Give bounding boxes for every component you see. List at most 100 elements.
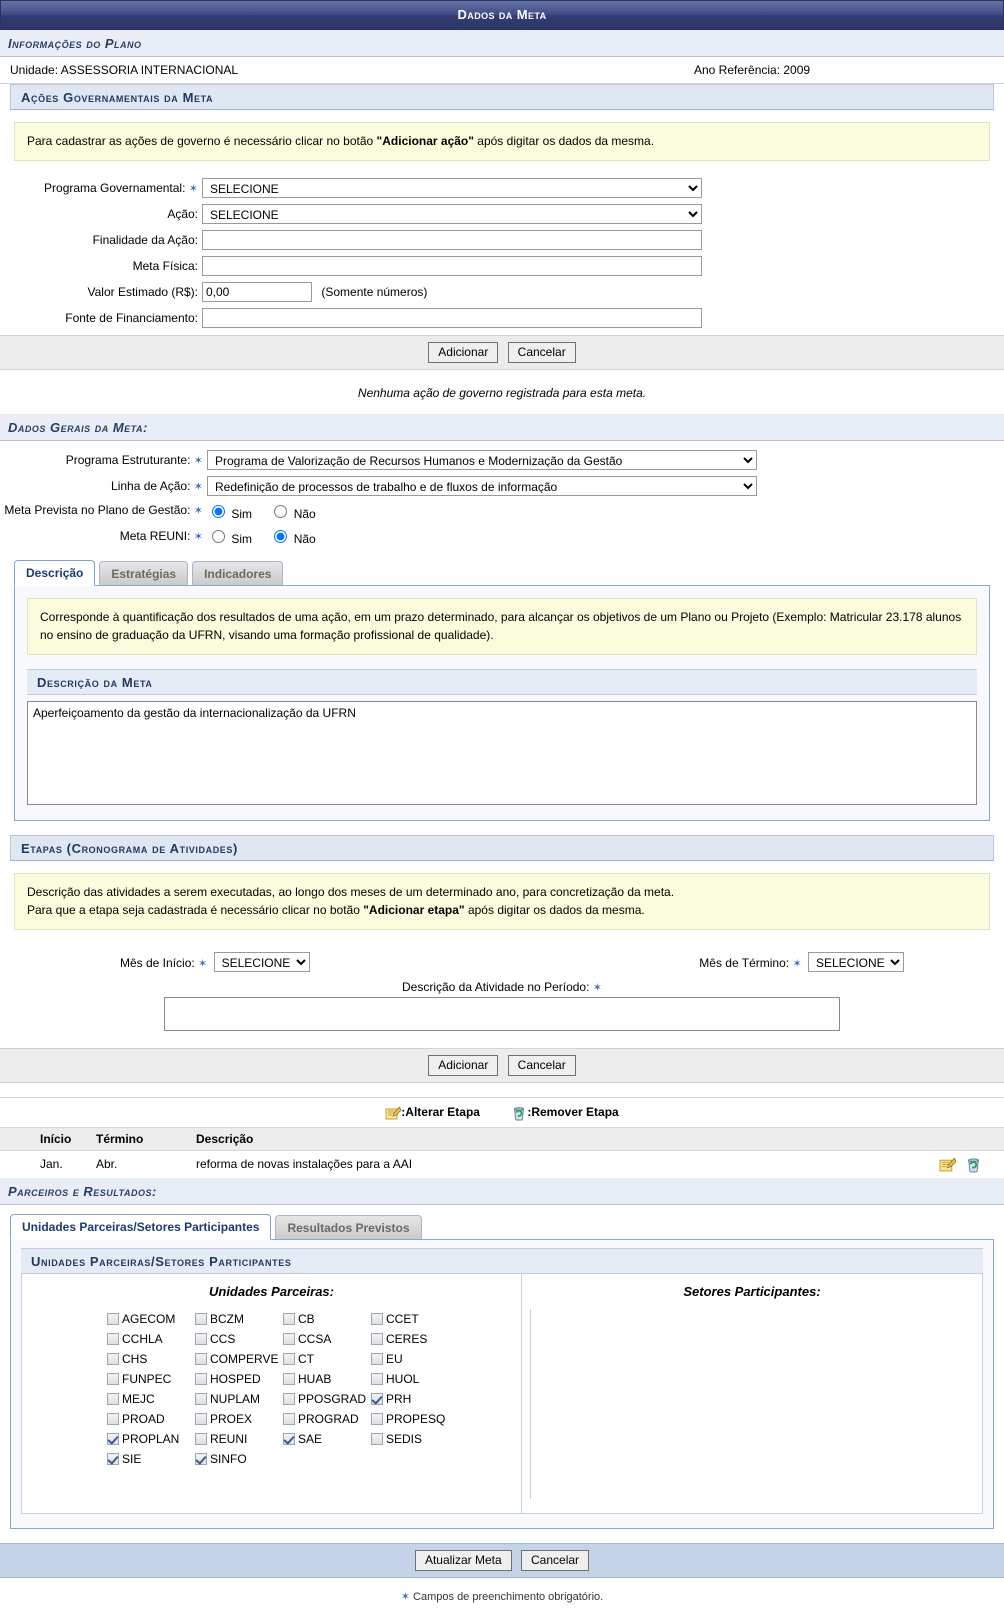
valor-estimado-input[interactable] bbox=[202, 281, 312, 302]
programa-estruturante-select[interactable]: Programa de Valorização de Recursos Huma… bbox=[207, 449, 757, 470]
checkbox-icon[interactable] bbox=[107, 1412, 119, 1425]
tab-descricao[interactable]: Descrição bbox=[14, 559, 96, 586]
checkbox-prograd[interactable]: PROGRAD bbox=[283, 1412, 359, 1426]
checkbox-reuni[interactable]: REUNI bbox=[195, 1432, 247, 1446]
mes-inicio-select[interactable]: SELECIONE bbox=[213, 951, 310, 972]
checkbox-icon[interactable] bbox=[371, 1372, 383, 1385]
checkbox-icon[interactable] bbox=[371, 1332, 383, 1345]
checkbox-ccsa[interactable]: CCSA bbox=[283, 1332, 331, 1346]
meta-prevista-nao-option[interactable]: Não bbox=[269, 504, 316, 521]
checkbox-chs[interactable]: CHS bbox=[107, 1352, 147, 1366]
checkbox-icon[interactable] bbox=[195, 1432, 207, 1445]
checkbox-cell: PRH bbox=[371, 1389, 459, 1409]
checkbox-propesq[interactable]: PROPESQ bbox=[371, 1412, 445, 1426]
checkbox-icon[interactable] bbox=[107, 1452, 119, 1465]
meta-fisica-input[interactable] bbox=[202, 255, 702, 276]
checkbox-icon[interactable] bbox=[195, 1412, 207, 1425]
checkbox-icon[interactable] bbox=[283, 1332, 295, 1345]
checkbox-huab[interactable]: HUAB bbox=[283, 1372, 331, 1386]
checkbox-proex[interactable]: PROEX bbox=[195, 1412, 252, 1426]
recycle-bin-icon[interactable] bbox=[965, 1156, 982, 1173]
tab-unidades-parceiras[interactable]: Unidades Parceiras/Setores Participantes bbox=[10, 1213, 272, 1240]
checkbox-cchla[interactable]: CCHLA bbox=[107, 1332, 163, 1346]
checkbox-icon[interactable] bbox=[371, 1392, 383, 1405]
checkbox-icon[interactable] bbox=[371, 1352, 383, 1365]
checkbox-sinfo[interactable]: SINFO bbox=[195, 1452, 247, 1466]
meta-prevista-sim-option[interactable]: Sim bbox=[207, 504, 255, 521]
checkbox-pposgrad[interactable]: PPOSGRAD bbox=[283, 1392, 366, 1406]
checkbox-icon[interactable] bbox=[107, 1332, 119, 1345]
checkbox-icon[interactable] bbox=[195, 1352, 207, 1365]
programa-governamental-select[interactable]: SELECIONE bbox=[202, 177, 702, 198]
checkbox-icon[interactable] bbox=[195, 1392, 207, 1405]
checkbox-icon[interactable] bbox=[107, 1392, 119, 1405]
checkbox-huol[interactable]: HUOL bbox=[371, 1372, 419, 1386]
checkbox-icon[interactable] bbox=[107, 1312, 119, 1325]
checkbox-ccet[interactable]: CCET bbox=[371, 1312, 419, 1326]
mes-termino-select[interactable]: SELECIONE bbox=[808, 951, 904, 972]
checkbox-sae[interactable]: SAE bbox=[283, 1432, 322, 1446]
checkbox-hosped[interactable]: HOSPED bbox=[195, 1372, 261, 1386]
checkbox-prh[interactable]: PRH bbox=[371, 1392, 411, 1406]
cancelar-acao-button[interactable]: Cancelar bbox=[507, 341, 576, 363]
fonte-financiamento-input[interactable] bbox=[202, 307, 702, 328]
checkbox-icon[interactable] bbox=[371, 1432, 383, 1445]
checkbox-cb[interactable]: CB bbox=[283, 1312, 315, 1326]
checkbox-icon[interactable] bbox=[371, 1312, 383, 1325]
meta-reuni-sim-option[interactable]: Sim bbox=[207, 529, 255, 546]
adicionar-acao-button[interactable]: Adicionar bbox=[428, 341, 499, 363]
checkbox-icon[interactable] bbox=[283, 1432, 295, 1445]
checkbox-icon[interactable] bbox=[283, 1412, 295, 1425]
meta-reuni-nao-radio[interactable] bbox=[274, 529, 288, 543]
checkbox-icon[interactable] bbox=[195, 1372, 207, 1385]
checkbox-proplan[interactable]: PROPLAN bbox=[107, 1432, 179, 1446]
checkbox-ccs[interactable]: CCS bbox=[195, 1332, 235, 1346]
programa-governamental-label: Programa Governamental: bbox=[44, 180, 186, 195]
adicionar-etapa-button[interactable]: Adicionar bbox=[428, 1054, 499, 1076]
finalidade-input[interactable] bbox=[202, 229, 702, 250]
meta-prevista-sim-radio[interactable] bbox=[212, 504, 225, 518]
meta-reuni-nao-option[interactable]: Não bbox=[269, 529, 316, 546]
etapa-descricao-textarea[interactable] bbox=[164, 996, 840, 1031]
checkbox-icon[interactable] bbox=[283, 1352, 295, 1365]
checkbox-icon[interactable] bbox=[195, 1312, 207, 1325]
checkbox-icon[interactable] bbox=[283, 1372, 295, 1385]
etapas-button-bar: Adicionar Cancelar bbox=[0, 1047, 1004, 1083]
checkbox-sie[interactable]: SIE bbox=[107, 1452, 141, 1466]
acoes-hint: Para cadastrar as ações de governo é nec… bbox=[14, 122, 990, 161]
cancelar-button[interactable]: Cancelar bbox=[521, 1549, 590, 1571]
cancelar-etapa-button[interactable]: Cancelar bbox=[507, 1054, 576, 1076]
checkbox-mejc[interactable]: MEJC bbox=[107, 1392, 155, 1406]
checkbox-icon[interactable] bbox=[107, 1432, 119, 1445]
checkbox-funpec[interactable]: FUNPEC bbox=[107, 1372, 171, 1386]
tab-indicadores[interactable]: Indicadores bbox=[192, 560, 284, 586]
checkbox-icon[interactable] bbox=[107, 1352, 119, 1365]
acoes-button-bar: Adicionar Cancelar bbox=[0, 334, 1004, 370]
checkbox-icon[interactable] bbox=[107, 1372, 119, 1385]
checkbox-icon[interactable] bbox=[283, 1392, 295, 1405]
checkbox-agecom[interactable]: AGECOM bbox=[107, 1312, 175, 1326]
checkbox-nuplam[interactable]: NUPLAM bbox=[195, 1392, 260, 1406]
column-header-termino: Término bbox=[90, 1127, 190, 1151]
setores-participantes-list[interactable] bbox=[530, 1308, 982, 1499]
acao-select[interactable]: SELECIONE bbox=[202, 203, 702, 224]
checkbox-bczm[interactable]: BCZM bbox=[195, 1312, 244, 1326]
checkbox-proad[interactable]: PROAD bbox=[107, 1412, 165, 1426]
checkbox-ct[interactable]: CT bbox=[283, 1352, 314, 1366]
meta-prevista-nao-radio[interactable] bbox=[274, 504, 288, 518]
linha-de-acao-select[interactable]: Redefinição de processos de trabalho e d… bbox=[207, 475, 757, 496]
checkbox-comperve[interactable]: COMPERVE bbox=[195, 1352, 278, 1366]
checkbox-icon[interactable] bbox=[283, 1312, 295, 1325]
checkbox-sedis[interactable]: SEDIS bbox=[371, 1432, 422, 1446]
tab-estrategias[interactable]: Estratégias bbox=[99, 560, 189, 586]
checkbox-eu[interactable]: EU bbox=[371, 1352, 403, 1366]
checkbox-ceres[interactable]: CERES bbox=[371, 1332, 427, 1346]
tab-resultados-previstos[interactable]: Resultados Previstos bbox=[275, 1214, 422, 1240]
checkbox-icon[interactable] bbox=[195, 1332, 207, 1345]
checkbox-icon[interactable] bbox=[195, 1452, 207, 1465]
edit-pencil-icon[interactable] bbox=[939, 1156, 956, 1173]
atualizar-meta-button[interactable]: Atualizar Meta bbox=[414, 1549, 512, 1571]
descricao-da-meta-textarea[interactable] bbox=[27, 700, 977, 805]
checkbox-icon[interactable] bbox=[371, 1412, 383, 1425]
meta-reuni-sim-radio[interactable] bbox=[212, 529, 225, 543]
